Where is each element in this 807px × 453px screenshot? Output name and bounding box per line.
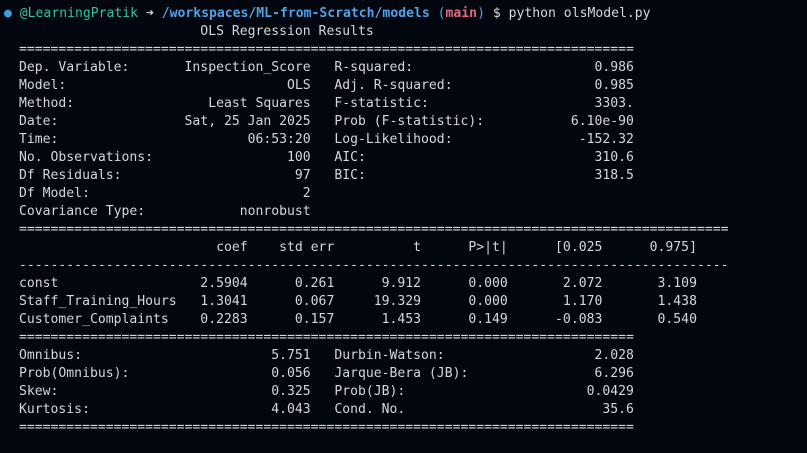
diagnostics-line: Kurtosis: 4.043 Cond. No. 35.6 [19,402,634,417]
status-dot-icon: ● [4,6,12,21]
summary-line: Time: 06:53:20 Log-Likelihood: -152.32 [19,132,634,147]
summary-line: No. Observations: 100 AIC: 310.6 [19,150,634,165]
diagnostics-line: Omnibus: 5.751 Durbin-Watson: 2.028 [19,348,634,363]
git-branch: main [445,6,478,21]
prompt-path: /workspaces/ML-from-Scratch/models [161,6,430,21]
arrow-icon: ➜ [145,6,154,21]
summary-line: Date: Sat, 25 Jan 2025 Prob (F-statistic… [19,114,634,129]
coef-header-line: coef std err t P>|t| [0.025 0.975] [19,240,697,255]
results-title-line: OLS Regression Results [19,24,595,39]
branch-open-paren: ( [437,6,446,21]
coef-row: Customer_Complaints 0.2283 0.157 1.453 0… [19,312,697,327]
diagnostics-line: Prob(Omnibus): 0.056 Jarque-Bera (JB): 6… [19,366,634,381]
summary-line: Dep. Variable: Inspection_Score R-square… [19,60,634,75]
coef-row: Staff_Training_Hours 1.3041 0.067 19.329… [19,294,697,309]
command-text: python olsModel.py [508,6,651,21]
summary-line: Df Model: 2 [19,186,634,201]
diagnostics-line: Skew: 0.325 Prob(JB): 0.0429 [19,384,634,399]
summary-line: Df Residuals: 97 BIC: 318.5 [19,168,634,183]
separator-line: ========================================… [19,330,634,345]
summary-line: Method: Least Squares F-statistic: 3303. [19,96,634,111]
prompt-user: @LearningPratik [19,6,139,21]
summary-line: Covariance Type: nonrobust [19,204,634,219]
dash-separator-line: ----------------------------------------… [19,258,729,273]
coef-row: const 2.5904 0.261 9.912 0.000 2.072 3.1… [19,276,697,291]
summary-line: Model: OLS Adj. R-squared: 0.985 [19,78,634,93]
branch-close-paren: ) [477,6,485,21]
separator-line: ========================================… [19,420,634,435]
separator-line: ========================================… [19,222,729,237]
terminal-window[interactable]: ● @LearningPratik ➜ /workspaces/ML-from-… [0,0,807,453]
separator-line: ========================================… [19,42,634,57]
prompt-line: ● @LearningPratik ➜ /workspaces/ML-from-… [4,5,651,23]
prompt-symbol: $ [492,6,501,21]
ols-results-output: OLS Regression Results =================… [19,23,728,437]
